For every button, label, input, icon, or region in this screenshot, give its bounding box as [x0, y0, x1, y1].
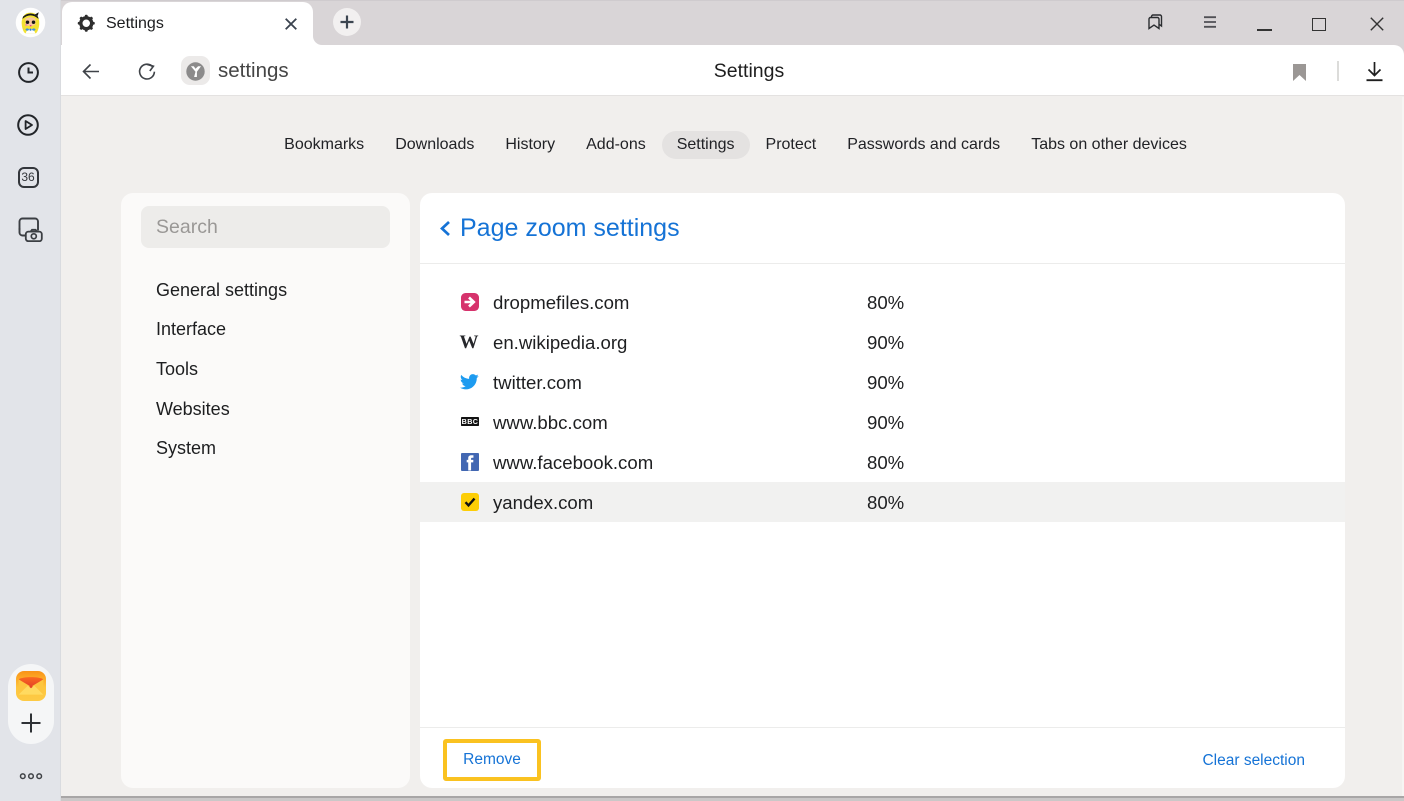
svg-text:BBC: BBC	[462, 417, 479, 426]
